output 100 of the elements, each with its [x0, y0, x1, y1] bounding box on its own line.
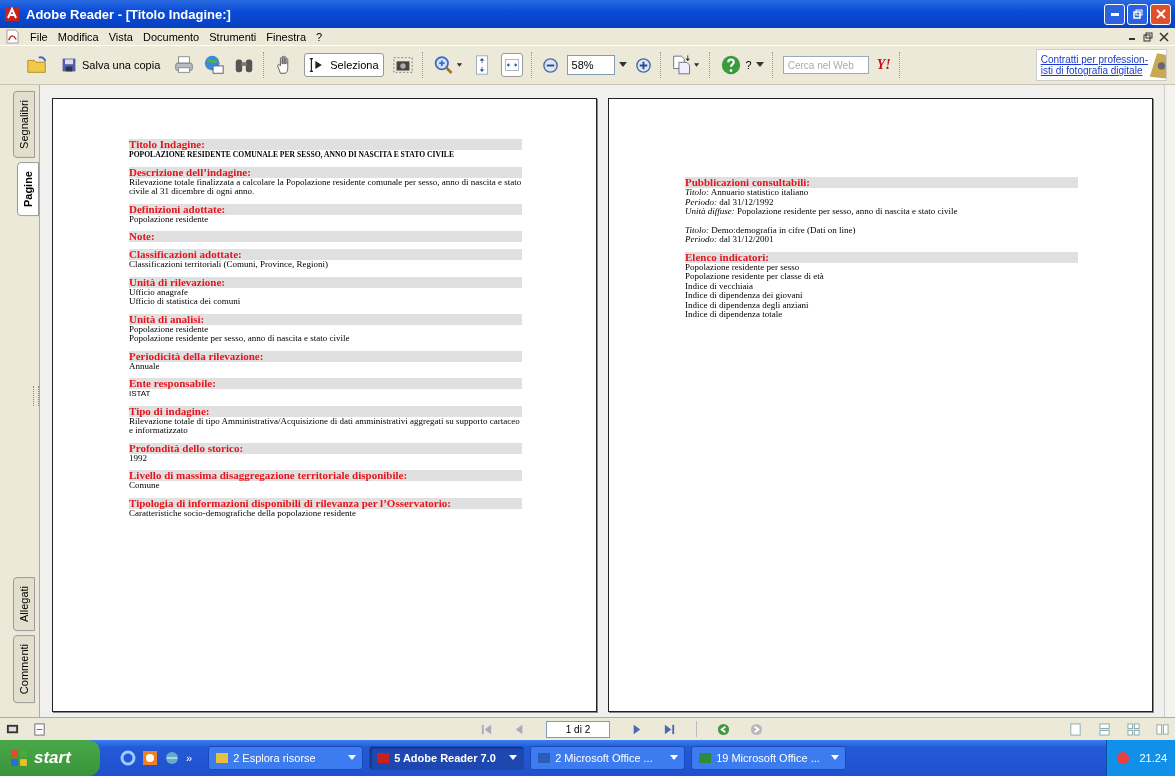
- app-icon: [215, 751, 230, 765]
- body-text: Comune: [129, 481, 161, 491]
- body-text: Rilevazione totale di tipo Amministrativa/Acquisizione di dati amministrativi aggregati su supporto cartaceo e informatizzato: [129, 416, 521, 436]
- body-text: Indice di dipendenza dei giovani: [685, 291, 804, 301]
- pages-icon[interactable]: [670, 54, 701, 76]
- clock: 21.24: [1139, 752, 1167, 764]
- body-text: Popolazione residente per classe di età: [685, 272, 825, 282]
- section-heading: Definizioni adottate:: [129, 203, 522, 215]
- body-text: Popolazione residente: [129, 324, 210, 334]
- taskbar-button[interactable]: 5 Adobe Reader 7.0: [369, 746, 525, 770]
- caret-icon: [831, 755, 840, 761]
- section-heading: Pubblicazioni consultabili:: [685, 177, 1078, 188]
- app-icon: [4, 6, 20, 22]
- select-tool-button[interactable]: Seleziona: [304, 53, 384, 77]
- zoom-out-icon[interactable]: [541, 56, 559, 74]
- search-logo[interactable]: Y!: [876, 57, 891, 73]
- menu-item[interactable]: ?: [311, 30, 328, 43]
- close-icon[interactable]: [1159, 31, 1169, 42]
- body-text: Titolo: Demo:demografia in cifre (Dati on line): [685, 225, 857, 235]
- restore-icon: [1132, 9, 1143, 19]
- caret-icon[interactable]: [618, 62, 627, 68]
- body-text: Indice di dipendenza degli anziani: [685, 300, 810, 310]
- restore-button[interactable]: [1127, 3, 1148, 25]
- section-heading: Titolo Indagine:: [129, 139, 522, 150]
- section-heading: Tipo di indagine:: [129, 405, 522, 417]
- body-text: 1992: [129, 453, 148, 463]
- menu-item[interactable]: Finestra: [261, 30, 312, 43]
- scrollbar[interactable]: [1164, 85, 1175, 717]
- section-heading: Note:: [129, 231, 522, 242]
- menu-item[interactable]: Modifica: [52, 30, 104, 43]
- continuous-facing-icon[interactable]: [1156, 722, 1169, 736]
- body-text: Titolo: Annuario statistico italiano: [685, 188, 810, 198]
- last-page-icon[interactable]: [663, 722, 676, 736]
- fit-width-icon: [503, 57, 520, 73]
- body-text: Indice di dipendenza totale: [685, 310, 784, 320]
- body-text: Popolazione residente: [129, 214, 210, 224]
- page-number-field[interactable]: 1 di 2: [546, 720, 610, 738]
- menu-item[interactable]: File: [25, 30, 53, 43]
- caret-icon: [348, 755, 357, 761]
- back-icon[interactable]: [717, 722, 730, 736]
- body-text: Rilevazione totale finalizzata a calcolare la Popolazione residente comunale per sesso, anno di nascita e stato civile al 31 dicembre di ogni anno.: [129, 177, 522, 197]
- section-heading: Ente responsabile:: [129, 378, 522, 389]
- search-field[interactable]: Cerca nel Web: [782, 56, 869, 74]
- body-text: Indice di vecchiaia: [685, 281, 754, 291]
- save-copy-button[interactable]: Salva una copia: [56, 53, 166, 77]
- body-text: Unità diffuse: Popolazione residente per sesso, anno di nascita e stato civile: [685, 207, 959, 217]
- minimize-button[interactable]: [1104, 3, 1125, 25]
- caret-icon[interactable]: [755, 62, 764, 68]
- taskbar-button[interactable]: 19 Microsoft Office ...: [691, 746, 847, 770]
- body-text: Popolazione residente per sesso: [685, 262, 801, 272]
- body-text: Caratteristiche socio-demografiche della popolazione residente: [129, 508, 357, 518]
- page-icon[interactable]: [33, 722, 46, 736]
- zoom-in-icon[interactable]: [634, 56, 652, 74]
- body-text: Periodo: dal 31/12/1992: [685, 197, 775, 207]
- fit-width-button[interactable]: [500, 53, 523, 77]
- app-icon: [376, 751, 391, 765]
- section-heading: Livello di massima disaggregazione territoriale disponibile:: [129, 470, 522, 481]
- section-heading: Unità di rilevazione:: [129, 276, 522, 288]
- app-icon: [698, 751, 713, 765]
- section-heading: Elenco indicatori:: [685, 251, 1078, 263]
- menu-item[interactable]: Strumenti: [204, 30, 262, 43]
- section-heading: Profondità dello storico:: [129, 442, 522, 454]
- caret-icon: [670, 755, 679, 761]
- body-text: Ufficio di statistica dei comuni: [129, 297, 242, 307]
- body-text: ISTAT: [129, 389, 152, 399]
- close-button[interactable]: [1150, 3, 1171, 25]
- side-tab[interactable]: Commenti: [13, 634, 35, 703]
- section-heading: Tipologia di informazioni disponibili di rilevanza per l’Osservatorio:: [129, 497, 522, 509]
- printer-icon[interactable]: [173, 54, 196, 76]
- side-tab[interactable]: Segnalibri: [13, 91, 35, 158]
- menu-item[interactable]: Vista: [103, 30, 138, 43]
- facing-icon[interactable]: [1127, 722, 1140, 736]
- folder-icon[interactable]: [26, 54, 48, 76]
- clock-icon[interactable]: [142, 750, 158, 766]
- section-heading: Descrizione dell’indagine:: [129, 166, 522, 178]
- ad-link[interactable]: Contratti per profession- isti di fotografia digitale: [1040, 54, 1148, 76]
- caret-icon: [509, 755, 518, 761]
- monitor-icon[interactable]: [6, 722, 19, 736]
- ad-banner[interactable]: Contratti per profession- isti di fotografia digitale: [1035, 49, 1167, 81]
- more-chevron[interactable]: »: [186, 752, 193, 764]
- taskbar-button[interactable]: 2 Esplora risorse: [208, 746, 364, 770]
- zoom-in-icon[interactable]: [432, 54, 463, 76]
- help-label[interactable]: ?: [745, 59, 752, 71]
- side-tab[interactable]: Pagine: [17, 161, 39, 216]
- continuous-icon[interactable]: [1098, 722, 1111, 736]
- body-text: Ufficio anagrafe: [129, 287, 190, 297]
- help-icon[interactable]: [719, 54, 742, 76]
- body-text: Classificazioni territoriali (Comuni, Province, Regioni): [129, 260, 329, 270]
- zoom-field[interactable]: 58%: [566, 55, 615, 75]
- body-text: Popolazione residente per sesso, anno di nascita e stato civile: [129, 334, 351, 344]
- section-heading: Classificazioni adottate:: [129, 249, 522, 260]
- menu-item[interactable]: Documento: [137, 30, 205, 43]
- taskbar-button[interactable]: 2 Microsoft Office ...: [530, 746, 686, 770]
- globe-mail-icon[interactable]: [203, 54, 226, 76]
- side-tab[interactable]: Allegati: [13, 576, 35, 631]
- minimize-icon: [1110, 12, 1119, 16]
- app-icon: [537, 751, 552, 765]
- window-title: Adobe Reader - [Titolo Indagine:]: [26, 6, 232, 22]
- restore-icon[interactable]: [1143, 31, 1153, 42]
- panel-splitter[interactable]: [33, 386, 39, 407]
